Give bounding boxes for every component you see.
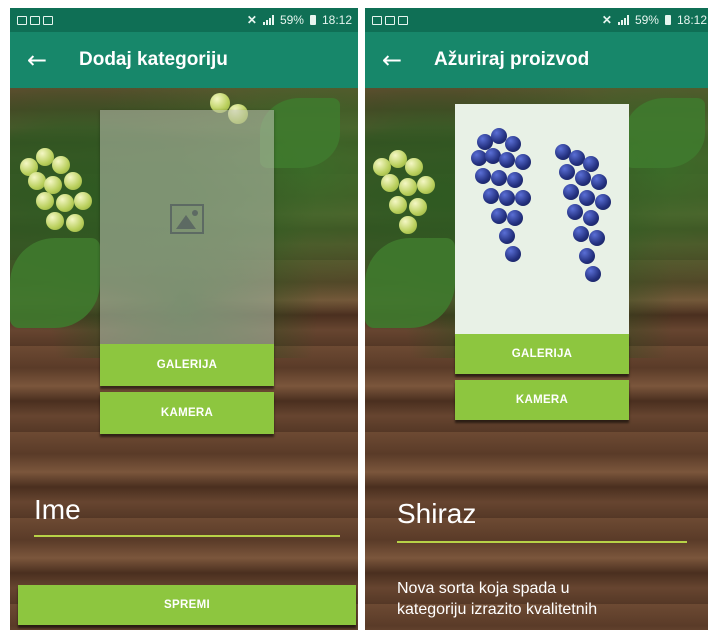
gallery-notification-icon [17,15,27,25]
image-icon [170,204,204,234]
photo-grape [507,172,523,188]
grape-decoration [56,194,74,212]
app-bar: ← Dodaj kategoriju [10,32,358,88]
camera-button[interactable]: KAMERA [455,380,629,420]
description-line: Nova sorta koja spada u [397,580,570,597]
photo-grape [563,184,579,200]
grape-decoration [405,158,423,176]
photo-grape [475,168,491,184]
update-product-screen: ✕ 59% 18:12 ← Ažuriraj proizvod GALERIJA… [365,8,708,630]
download-notification-icon [398,15,408,25]
battery-percent: 59% [279,13,304,27]
photo-grape [499,190,515,206]
grape-decoration [66,214,84,232]
leaf-decoration [365,238,455,328]
grape-decoration [28,172,46,190]
photo-grape [589,230,605,246]
image-placeholder[interactable] [100,110,274,346]
product-photo[interactable] [455,104,629,336]
photo-grape [583,210,599,226]
leaf-decoration [625,98,705,168]
name-field-underline [34,535,340,537]
battery-icon [664,15,671,25]
grape-decoration [46,212,64,230]
clock: 18:12 [321,13,352,27]
status-bar: ✕ 59% 18:12 [10,8,358,32]
grape-decoration [52,156,70,174]
photo-grape [483,188,499,204]
page-title: Ažuriraj proizvod [434,49,590,70]
grape-decoration [409,198,427,216]
save-button[interactable]: SPREMI [18,585,356,625]
grape-decoration [399,178,417,196]
signal-icon [262,15,274,25]
description-line: kategoriju izrazito kvalitetnih [397,601,598,618]
photo-grape [491,170,507,186]
photo-grape [515,190,531,206]
product-name-field[interactable]: Shiraz [397,498,476,530]
grape-decoration [74,192,92,210]
photo-grape [591,174,607,190]
status-bar: ✕ 59% 18:12 [365,8,708,32]
leaf-decoration [10,238,100,328]
grape-decoration [389,196,407,214]
description-field[interactable]: Nova sorta koja spada u kategoriju izraz… [397,578,597,620]
photo-grape [491,208,507,224]
grape-decoration [36,192,54,210]
name-field[interactable]: Ime [34,494,81,526]
grape-decoration [381,174,399,192]
content-area: GALERIJA KAMERA Shiraz Nova sorta koja s… [365,88,708,630]
photo-grape [579,190,595,206]
photo-grape [573,226,589,242]
battery-percent: 59% [634,13,659,27]
photo-grape [575,170,591,186]
gallery-notification-icon [372,15,382,25]
product-name-underline [397,541,687,543]
add-category-screen: ✕ 59% 18:12 ← Dodaj kategoriju GALERIJA … [10,8,358,630]
mute-icon: ✕ [246,13,257,27]
photo-grape [515,154,531,170]
photo-grape [579,248,595,264]
page-title: Dodaj kategoriju [79,49,228,70]
photo-grape [559,164,575,180]
photo-grape [595,194,611,210]
photo-grape [505,246,521,262]
grape-decoration [399,216,417,234]
gallery-button[interactable]: GALERIJA [455,334,629,374]
mute-icon: ✕ [601,13,612,27]
app-bar: ← Ažuriraj proizvod [365,32,708,88]
grape-decoration [417,176,435,194]
back-arrow-icon[interactable]: ← [382,48,410,72]
photo-grape [507,210,523,226]
signal-icon [617,15,629,25]
photo-grape [585,266,601,282]
photo-grape [499,228,515,244]
content-area: GALERIJA KAMERA Ime SPREMI [10,88,358,630]
app-notification-icon [30,15,40,25]
back-arrow-icon[interactable]: ← [27,48,55,72]
clock: 18:12 [676,13,707,27]
download-notification-icon [43,15,53,25]
battery-icon [309,15,316,25]
photo-grape [499,152,515,168]
camera-button[interactable]: KAMERA [100,392,274,434]
grape-decoration [64,172,82,190]
photo-grape [505,136,521,152]
app-notification-icon [385,15,395,25]
photo-grape [567,204,583,220]
gallery-button[interactable]: GALERIJA [100,344,274,386]
